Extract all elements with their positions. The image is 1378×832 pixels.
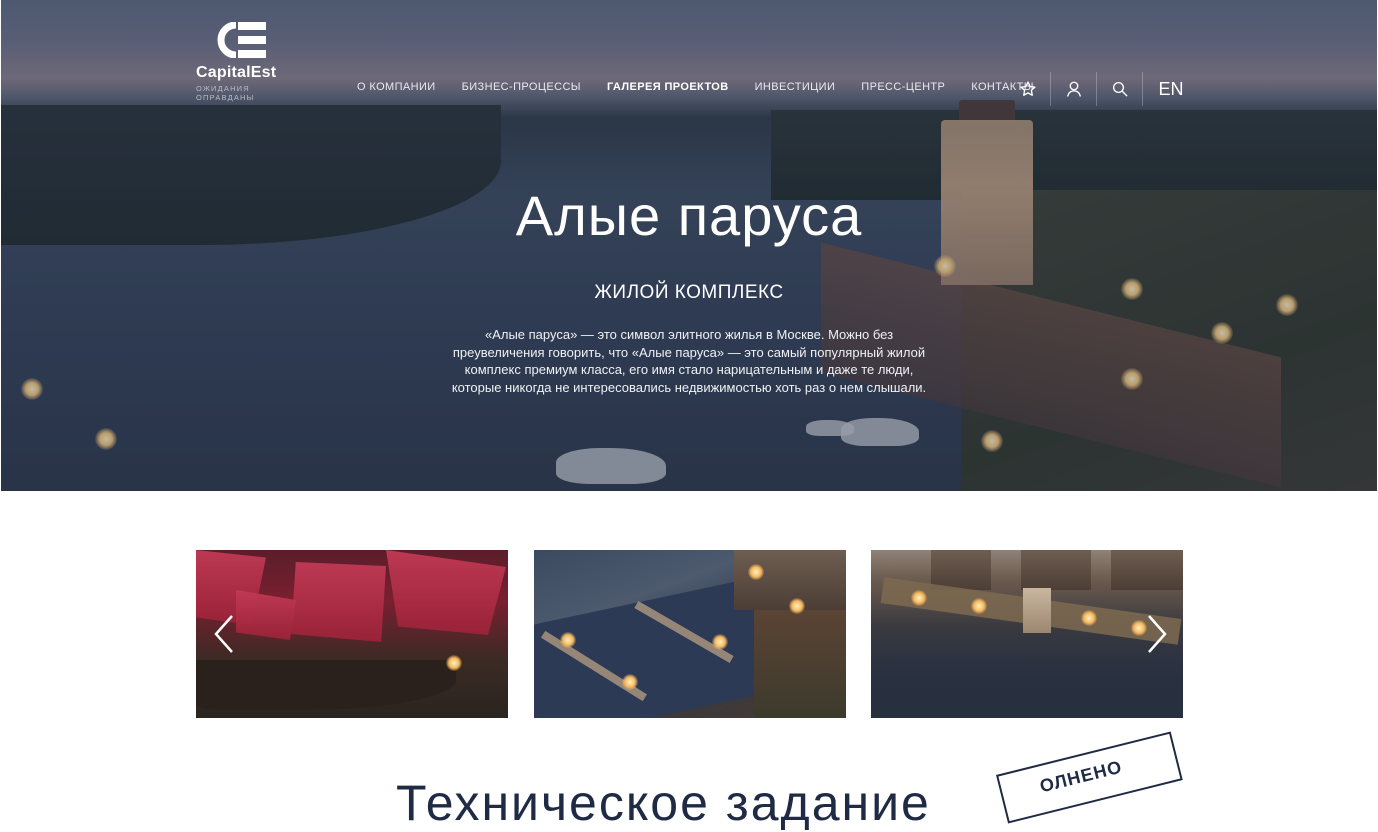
star-icon [1019, 81, 1036, 96]
logo-tagline: ОЖИДАНИЯ ОПРАВДАНЫ [196, 84, 255, 102]
project-gallery-carousel [196, 550, 1183, 718]
capitalest-logo-icon [217, 22, 266, 58]
main-navigation: О КОМПАНИИ БИЗНЕС-ПРОЦЕССЫ ГАЛЕРЕЯ ПРОЕК… [357, 81, 1060, 97]
favorites-button[interactable] [1005, 72, 1051, 106]
gallery-image-marina[interactable] [534, 550, 846, 718]
gallery-light [748, 564, 764, 580]
waterfront-building [1111, 550, 1183, 590]
waterfront-tower [1023, 588, 1051, 633]
chevron-right-icon[interactable] [1145, 614, 1169, 654]
tech-task-title: Техническое задание [396, 775, 931, 831]
stamp-text: ОЛНЕНО [1037, 756, 1125, 797]
account-button[interactable] [1051, 72, 1097, 106]
chevron-left-icon[interactable] [212, 614, 236, 654]
site-logo[interactable]: CapitalEst ОЖИДАНИЯ ОПРАВДАНЫ [196, 22, 306, 102]
waterfront-building [931, 550, 991, 590]
completed-stamp: ОЛНЕНО [996, 731, 1183, 824]
user-icon [1066, 81, 1081, 97]
ship-sail [386, 550, 506, 635]
ship-hull [196, 660, 456, 710]
nav-item-about[interactable]: О КОМПАНИИ [357, 81, 436, 97]
hero-subtitle: ЖИЛОЙ КОМПЛЕКС [594, 282, 784, 303]
gallery-light [560, 632, 576, 648]
gallery-light [446, 655, 462, 671]
nav-item-investments[interactable]: ИНВЕСТИЦИИ [755, 81, 836, 97]
marina-embankment [754, 610, 846, 718]
logo-brand-text: CapitalEst [196, 64, 277, 81]
ship-sail [236, 590, 296, 640]
gallery-light [789, 598, 805, 614]
language-switch[interactable]: EN [1143, 72, 1199, 106]
gallery-light [971, 598, 987, 614]
hero-title: Алые паруса [515, 184, 863, 247]
nav-item-project-gallery[interactable]: ГАЛЕРЕЯ ПРОЕКТОВ [607, 81, 729, 97]
search-button[interactable] [1097, 72, 1143, 106]
gallery-light [622, 674, 638, 690]
search-icon [1112, 81, 1127, 97]
gallery-light [911, 590, 927, 606]
gallery-image-scarlet-sails-ship[interactable] [196, 550, 508, 718]
gallery-light [712, 634, 728, 650]
nav-item-business-processes[interactable]: БИЗНЕС-ПРОЦЕССЫ [462, 81, 581, 97]
hero-description: «Алые паруса» — это символ элитного жиль… [451, 327, 927, 395]
ship-sail [291, 562, 386, 642]
nav-item-press-center[interactable]: ПРЕСС-ЦЕНТР [861, 81, 945, 97]
gallery-light [1081, 610, 1097, 626]
gallery-image-waterfront[interactable] [871, 550, 1183, 718]
header-tools: EN [1005, 72, 1199, 106]
waterfront-building [1021, 550, 1091, 590]
